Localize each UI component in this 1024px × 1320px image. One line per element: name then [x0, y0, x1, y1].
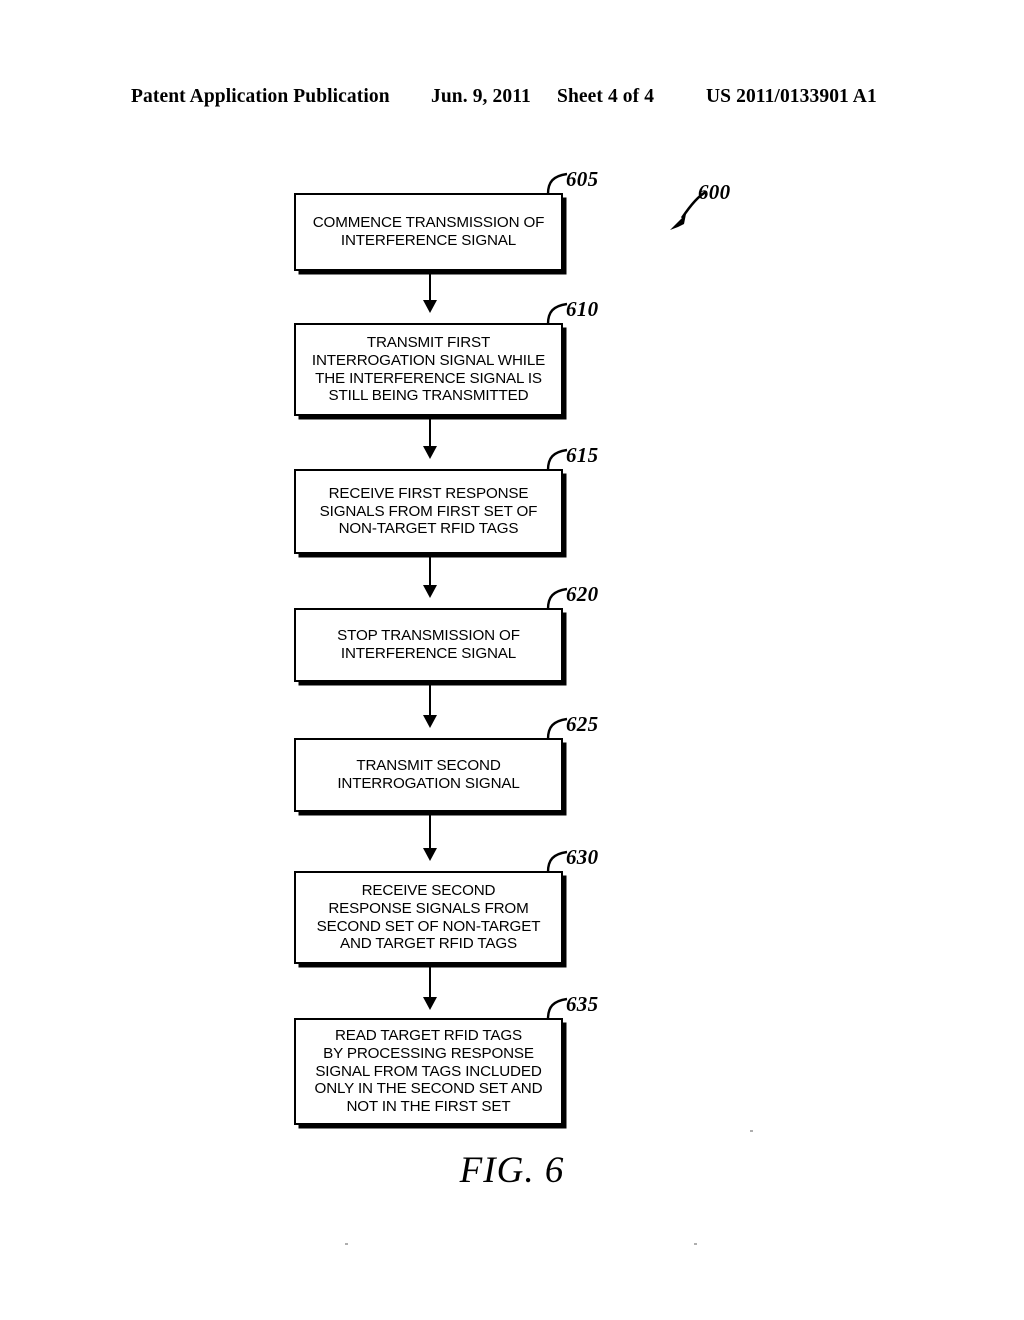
flow-node-615: RECEIVE FIRST RESPONSE SIGNALS FROM FIRS… [294, 469, 563, 554]
flow-ref-620: 620 [566, 582, 599, 606]
connector-630-635 [429, 964, 431, 1000]
flow-node-615-text: RECEIVE FIRST RESPONSE SIGNALS FROM FIRS… [319, 484, 538, 538]
flow-node-630-text: RECEIVE SECOND RESPONSE SIGNALS FROM SEC… [316, 881, 541, 953]
flow-ref-605: 605 [566, 167, 599, 191]
flow-node-620: STOP TRANSMISSION OF INTERFERENCE SIGNAL [294, 608, 563, 682]
flow-ref-625: 625 [566, 712, 599, 736]
flow-ref-615: 615 [566, 443, 599, 467]
arrowhead-620-625 [423, 715, 437, 728]
arrowhead-605-610 [423, 300, 437, 313]
flow-node-625-text: TRANSMIT SECOND INTERROGATION SIGNAL [337, 757, 520, 792]
flow-node-605-text: COMMENCE TRANSMISSION OF INTERFERENCE SI… [312, 214, 545, 249]
flow-node-610-text: TRANSMIT FIRST INTERROGATION SIGNAL WHIL… [311, 333, 546, 405]
scan-speckle [750, 1130, 753, 1132]
figure-caption: FIG. 6 [459, 1150, 565, 1191]
scan-speckle [694, 1243, 697, 1245]
scan-speckle [345, 1243, 348, 1245]
flow-node-635-text: READ TARGET RFID TAGS BY PROCESSING RESP… [314, 1027, 543, 1116]
flow-ref-630: 630 [566, 845, 599, 869]
flow-node-635: READ TARGET RFID TAGS BY PROCESSING RESP… [294, 1018, 563, 1125]
connector-605-610 [429, 271, 431, 303]
flow-node-610: TRANSMIT FIRST INTERROGATION SIGNAL WHIL… [294, 323, 563, 416]
flow-ref-635: 635 [566, 992, 599, 1016]
arrowhead-610-615 [423, 446, 437, 459]
flow-node-620-text: STOP TRANSMISSION OF INTERFERENCE SIGNAL [337, 627, 520, 662]
flow-node-605: COMMENCE TRANSMISSION OF INTERFERENCE SI… [294, 193, 563, 271]
connector-620-625 [429, 682, 431, 718]
arrowhead-630-635 [423, 997, 437, 1010]
diagram-ref-600: 600 [698, 180, 731, 204]
connector-615-620 [429, 554, 431, 588]
arrowhead-625-630 [423, 848, 437, 861]
flow-ref-610: 610 [566, 297, 599, 321]
flow-node-630: RECEIVE SECOND RESPONSE SIGNALS FROM SEC… [294, 871, 563, 964]
flowchart-600: 600 COMMENCE TRANSMISSION OF INTERFERENC… [0, 0, 1024, 1320]
flow-node-625: TRANSMIT SECOND INTERROGATION SIGNAL [294, 738, 563, 812]
arrowhead-615-620 [423, 585, 437, 598]
connector-610-615 [429, 416, 431, 449]
connector-625-630 [429, 812, 431, 851]
